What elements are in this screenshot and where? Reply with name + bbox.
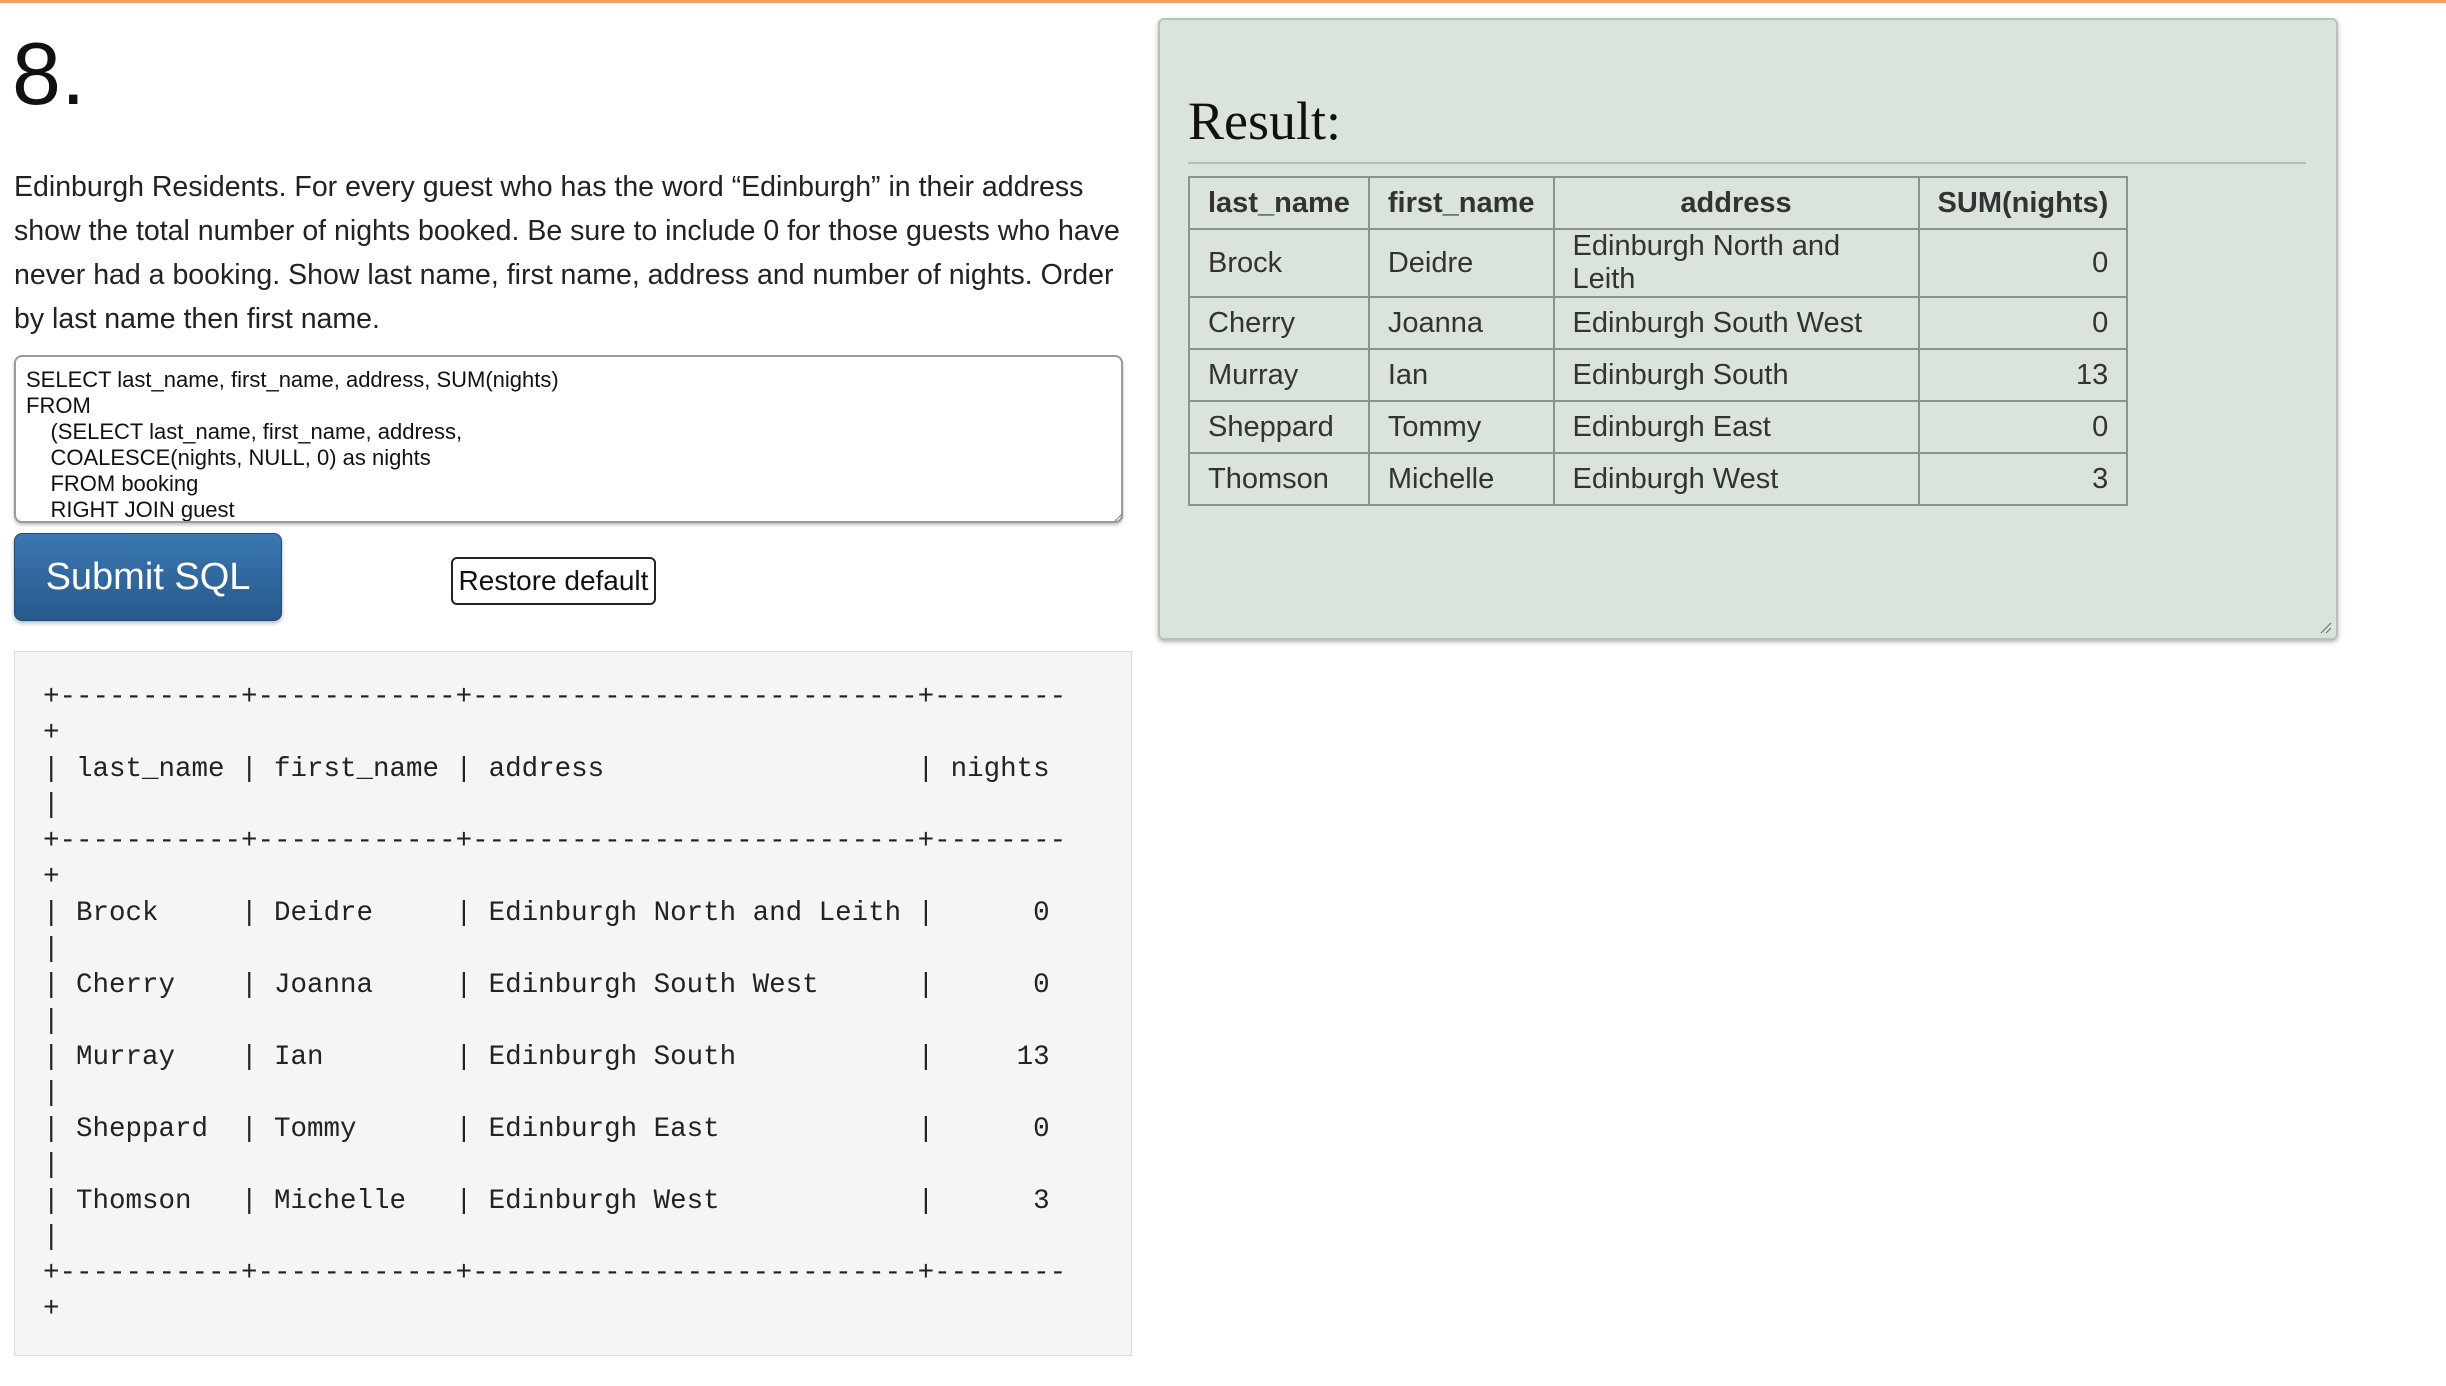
cell-address: Edinburgh South West (1552, 296, 1920, 350)
result-heading: Result: (1188, 91, 1342, 151)
resize-grip-icon[interactable] (1114, 512, 1124, 522)
result-divider (1188, 162, 2306, 164)
restore-default-button[interactable]: Restore default (451, 557, 656, 605)
query-output-panel: +-----------+------------+--------------… (14, 651, 1132, 1356)
cell-sum-nights: 0 (1917, 296, 2129, 350)
cell-address: Edinburgh East (1552, 400, 1920, 454)
cell-sum-nights: 13 (1917, 348, 2129, 402)
column-header: address (1552, 176, 1920, 230)
submit-sql-button[interactable]: Submit SQL (14, 533, 282, 621)
result-panel: Result: last_name first_name address SUM… (1158, 18, 2338, 640)
cell-last-name: Brock (1188, 228, 1370, 298)
column-header: first_name (1367, 176, 1555, 230)
column-header: SUM(nights) (1917, 176, 2129, 230)
query-output-text: +-----------+------------+--------------… (43, 682, 1067, 1325)
cell-sum-nights: 0 (1917, 228, 2129, 298)
cell-first-name: Tommy (1367, 400, 1555, 454)
result-header-row: last_name first_name address SUM(nights) (1188, 176, 2129, 230)
cell-first-name: Michelle (1367, 452, 1555, 506)
table-row: Cherry Joanna Edinburgh South West 0 (1188, 296, 2129, 350)
cell-address: Edinburgh South (1552, 348, 1920, 402)
cell-last-name: Sheppard (1188, 400, 1370, 454)
cell-address: Edinburgh North and Leith (1552, 228, 1920, 298)
table-row: Brock Deidre Edinburgh North and Leith 0 (1188, 228, 2129, 298)
cell-sum-nights: 3 (1917, 452, 2129, 506)
cell-last-name: Murray (1188, 348, 1370, 402)
question-description: Edinburgh Residents. For every guest who… (14, 171, 1120, 335)
question-number: 8. (12, 24, 86, 123)
top-accent-rule (0, 0, 2446, 3)
cell-first-name: Joanna (1367, 296, 1555, 350)
cell-address: Edinburgh West (1552, 452, 1920, 506)
cell-last-name: Cherry (1188, 296, 1370, 350)
cell-last-name: Thomson (1188, 452, 1370, 506)
sql-editor[interactable]: SELECT last_name, first_name, address, S… (14, 355, 1123, 523)
table-row: Sheppard Tommy Edinburgh East 0 (1188, 400, 2129, 454)
cell-sum-nights: 0 (1917, 400, 2129, 454)
column-header: last_name (1188, 176, 1370, 230)
resize-grip-icon[interactable] (2320, 622, 2332, 634)
result-table: last_name first_name address SUM(nights)… (1188, 176, 2129, 506)
cell-first-name: Deidre (1367, 228, 1555, 298)
table-row: Thomson Michelle Edinburgh West 3 (1188, 452, 2129, 506)
cell-first-name: Ian (1367, 348, 1555, 402)
table-row: Murray Ian Edinburgh South 13 (1188, 348, 2129, 402)
